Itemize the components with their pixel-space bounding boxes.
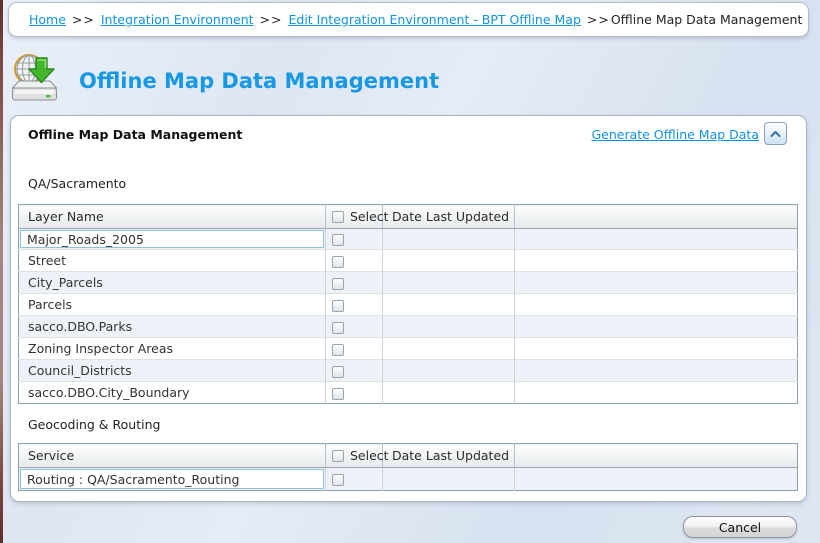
page-header: Offline Map Data Management [10, 52, 439, 104]
row-select-cell [326, 382, 383, 404]
date-last-updated-cell [383, 250, 515, 272]
select-all-checkbox[interactable] [332, 450, 344, 462]
breadcrumb-link-integration-environment[interactable]: Integration Environment [101, 12, 254, 27]
row-select-cell [326, 468, 383, 491]
panel-title: Offline Map Data Management [28, 127, 242, 142]
row-name-cell: Street [19, 250, 326, 272]
row-select-cell [326, 338, 383, 360]
date-last-updated-cell [383, 382, 515, 404]
empty-cell [515, 382, 798, 404]
column-header-service: Service [19, 444, 326, 468]
row-name: City_Parcels [19, 272, 325, 293]
table-row: Routing : QA/Sacramento_Routing [19, 468, 798, 491]
table-row: Major_Roads_2005 [19, 229, 798, 250]
breadcrumb-separator: >> [72, 12, 95, 27]
empty-cell [515, 338, 798, 360]
select-checkbox[interactable] [332, 256, 344, 268]
row-name: Routing : QA/Sacramento_Routing [20, 469, 324, 489]
select-checkbox[interactable] [332, 322, 344, 334]
date-last-updated-cell [383, 338, 515, 360]
row-name-cell: City_Parcels [19, 272, 326, 294]
cancel-button[interactable]: Cancel [683, 516, 797, 538]
section-label-qa-sacramento: QA/Sacramento [28, 176, 126, 191]
select-column-label: Select [350, 209, 389, 224]
column-header-date-last-updated: Date Last Updated [383, 205, 515, 229]
row-name: Zoning Inspector Areas [19, 338, 325, 359]
row-name-cell: Routing : QA/Sacramento_Routing [19, 468, 326, 491]
chevron-up-icon [770, 130, 781, 138]
row-select-cell [326, 316, 383, 338]
date-last-updated-cell [383, 468, 515, 491]
select-checkbox[interactable] [332, 278, 344, 290]
row-name-cell: sacco.DBO.City_Boundary [19, 382, 326, 404]
empty-cell [515, 316, 798, 338]
offline-map-data-panel: Offline Map Data Management Generate Off… [10, 115, 807, 502]
select-all-checkbox[interactable] [332, 211, 344, 223]
row-select-cell [326, 229, 383, 250]
empty-cell [515, 250, 798, 272]
breadcrumb-link-home[interactable]: Home [29, 12, 66, 27]
date-last-updated-cell [383, 294, 515, 316]
row-select-cell [326, 294, 383, 316]
table-header-row: Layer Name Select Date Last Updated [19, 205, 798, 229]
breadcrumb-link-edit-integration-environment[interactable]: Edit Integration Environment - BPT Offli… [289, 12, 581, 27]
row-name: Parcels [19, 294, 325, 315]
globe-download-icon [10, 52, 62, 104]
row-name-cell: Zoning Inspector Areas [19, 338, 326, 360]
column-header-empty [515, 205, 798, 229]
table-row: City_Parcels [19, 272, 798, 294]
select-checkbox[interactable] [332, 300, 344, 312]
row-name-cell: sacco.DBO.Parks [19, 316, 326, 338]
column-header-date-last-updated: Date Last Updated [383, 444, 515, 468]
row-name-cell: Council_Districts [19, 360, 326, 382]
table-row: Zoning Inspector Areas [19, 338, 798, 360]
row-name: Major_Roads_2005 [20, 230, 324, 248]
row-name: Street [19, 250, 325, 271]
row-select-cell [326, 360, 383, 382]
date-last-updated-cell [383, 316, 515, 338]
page-title: Offline Map Data Management [79, 69, 439, 93]
page-left-edge-stripe [0, 0, 3, 543]
column-header-layer-name: Layer Name [19, 205, 326, 229]
table-row: Parcels [19, 294, 798, 316]
breadcrumb-separator: >> [587, 12, 610, 27]
select-column-label: Select [350, 448, 389, 463]
row-name: sacco.DBO.City_Boundary [19, 382, 325, 403]
row-select-cell [326, 250, 383, 272]
column-header-select: Select [326, 444, 383, 468]
row-name: Council_Districts [19, 360, 325, 381]
empty-cell [515, 468, 798, 491]
date-last-updated-cell [383, 272, 515, 294]
row-name-cell: Parcels [19, 294, 326, 316]
breadcrumb-current: Offline Map Data Management [611, 12, 803, 27]
table-row: Street [19, 250, 798, 272]
select-checkbox[interactable] [332, 366, 344, 378]
column-header-empty [515, 444, 798, 468]
date-last-updated-cell [383, 229, 515, 250]
table-row: sacco.DBO.City_Boundary [19, 382, 798, 404]
table-row: sacco.DBO.Parks [19, 316, 798, 338]
select-checkbox[interactable] [332, 474, 344, 486]
date-last-updated-cell [383, 360, 515, 382]
services-table: Service Select Date Last Updated Routing… [18, 443, 798, 491]
row-select-cell [326, 272, 383, 294]
layers-table: Layer Name Select Date Last Updated Majo… [18, 204, 798, 404]
table-row: Council_Districts [19, 360, 798, 382]
row-name-cell: Major_Roads_2005 [19, 229, 326, 250]
select-checkbox[interactable] [332, 388, 344, 400]
empty-cell [515, 294, 798, 316]
empty-cell [515, 360, 798, 382]
empty-cell [515, 229, 798, 250]
select-checkbox[interactable] [332, 234, 344, 246]
column-header-select: Select [326, 205, 383, 229]
select-checkbox[interactable] [332, 344, 344, 356]
breadcrumb-separator: >> [260, 12, 283, 27]
section-label-geocoding-routing: Geocoding & Routing [28, 417, 160, 432]
empty-cell [515, 272, 798, 294]
breadcrumb: Home >> Integration Environment >> Edit … [8, 2, 809, 37]
table-header-row: Service Select Date Last Updated [19, 444, 798, 468]
row-name: sacco.DBO.Parks [19, 316, 325, 337]
collapse-panel-button[interactable] [764, 122, 787, 145]
generate-offline-map-data-link[interactable]: Generate Offline Map Data [591, 127, 759, 142]
